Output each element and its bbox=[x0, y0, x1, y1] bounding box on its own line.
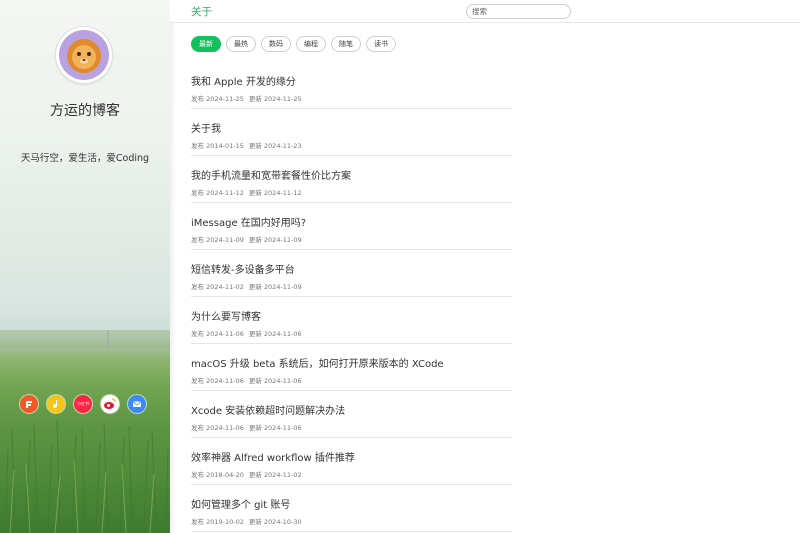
weibo-icon[interactable] bbox=[101, 395, 119, 413]
blog-motto: 天马行空，爱生活，爱Coding bbox=[20, 153, 150, 164]
post-meta: 发布 2014-01-15 更新 2024-11-23 bbox=[191, 140, 302, 150]
post-item: iMessage 在国内好用吗? 发布 2024-11-09 更新 2024-11… bbox=[191, 203, 512, 250]
post-meta: 发布 2024-11-09 更新 2024-11-09 bbox=[191, 234, 302, 244]
tab-essays[interactable]: 随笔 bbox=[331, 36, 361, 52]
post-list: 我和 Apple 开发的缘分 发布 2024-11-25 更新 2024-11-2… bbox=[191, 62, 512, 532]
post-meta: 发布 2019-10-02 更新 2024-10-30 bbox=[191, 516, 302, 526]
post-published-date: 发布 2024-11-25 bbox=[191, 95, 244, 103]
tab-digital[interactable]: 数码 bbox=[261, 36, 291, 52]
social-links: 小红书 bbox=[20, 395, 150, 413]
post-title[interactable]: 关于我 bbox=[191, 120, 221, 135]
post-title[interactable]: 短信转发-多设备多平台 bbox=[191, 261, 295, 276]
post-title[interactable]: 为什么要写博客 bbox=[191, 308, 261, 323]
post-title[interactable]: 如何管理多个 git 账号 bbox=[191, 496, 290, 511]
tab-programming[interactable]: 编程 bbox=[296, 36, 326, 52]
mail-icon[interactable] bbox=[128, 395, 146, 413]
post-published-date: 发布 2019-10-02 bbox=[191, 518, 244, 526]
nav-link-about[interactable]: 关于 bbox=[191, 4, 212, 19]
tab-latest[interactable]: 最新 bbox=[191, 36, 221, 52]
post-meta: 发布 2024-11-02 更新 2024-11-09 bbox=[191, 281, 302, 291]
post-updated-date: 更新 2024-11-02 bbox=[248, 471, 302, 479]
post-updated-date: 更新 2024-11-12 bbox=[248, 189, 302, 197]
post-item: 效率神器 Alfred workflow 插件推荐 发布 2018-04-20 更… bbox=[191, 438, 512, 485]
post-title[interactable]: 我和 Apple 开发的缘分 bbox=[191, 73, 296, 88]
post-published-date: 发布 2024-11-02 bbox=[191, 283, 244, 291]
post-published-date: 发布 2014-01-15 bbox=[191, 142, 244, 150]
post-title[interactable]: Xcode 安装依赖超时问题解决办法 bbox=[191, 402, 345, 417]
post-meta: 发布 2024-11-06 更新 2024-11-06 bbox=[191, 422, 302, 432]
post-published-date: 发布 2024-11-06 bbox=[191, 377, 244, 385]
post-item: 短信转发-多设备多平台 发布 2024-11-02 更新 2024-11-09 bbox=[191, 250, 512, 297]
post-published-date: 发布 2024-11-06 bbox=[191, 424, 244, 432]
post-updated-date: 更新 2024-11-09 bbox=[248, 283, 302, 291]
avatar[interactable] bbox=[56, 27, 112, 83]
top-navigation-bar: 关于 bbox=[170, 0, 800, 23]
post-item: Xcode 安装依赖超时问题解决办法 发布 2024-11-06 更新 2024-… bbox=[191, 391, 512, 438]
post-updated-date: 更新 2024-11-06 bbox=[248, 330, 302, 338]
post-updated-date: 更新 2024-10-30 bbox=[248, 518, 302, 526]
post-title[interactable]: macOS 升级 beta 系统后，如何打开原来版本的 XCode bbox=[191, 355, 444, 370]
grass-field-background bbox=[0, 330, 170, 533]
post-updated-date: 更新 2024-11-06 bbox=[248, 377, 302, 385]
flomo-icon[interactable] bbox=[20, 395, 38, 413]
lion-memoji-icon bbox=[59, 30, 109, 80]
category-tabs: 最新 最热 数码 编程 随笔 读书 bbox=[191, 36, 396, 52]
post-item: 关于我 发布 2014-01-15 更新 2024-11-23 bbox=[191, 109, 512, 156]
blog-title: 方运的博客 bbox=[50, 103, 120, 119]
xiaohongshu-icon[interactable]: 小红书 bbox=[74, 395, 92, 413]
post-updated-date: 更新 2024-11-06 bbox=[248, 424, 302, 432]
search-input[interactable] bbox=[466, 4, 571, 19]
post-published-date: 发布 2024-11-09 bbox=[191, 236, 244, 244]
xiaohongshu-label: 小红书 bbox=[77, 401, 89, 406]
post-updated-date: 更新 2024-11-09 bbox=[248, 236, 302, 244]
sidebar-divider bbox=[170, 0, 176, 533]
post-meta: 发布 2018-04-20 更新 2024-11-02 bbox=[191, 469, 302, 479]
sidebar: 方运的博客 天马行空，爱生活，爱Coding 小红书 bbox=[0, 0, 170, 533]
post-title[interactable]: iMessage 在国内好用吗? bbox=[191, 214, 306, 229]
post-updated-date: 更新 2024-11-23 bbox=[248, 142, 302, 150]
post-meta: 发布 2024-11-12 更新 2024-11-12 bbox=[191, 187, 302, 197]
post-updated-date: 更新 2024-11-25 bbox=[248, 95, 302, 103]
post-title[interactable]: 效率神器 Alfred workflow 插件推荐 bbox=[191, 449, 355, 464]
post-published-date: 发布 2018-04-20 bbox=[191, 471, 244, 479]
post-item: 如何管理多个 git 账号 发布 2019-10-02 更新 2024-10-30 bbox=[191, 485, 512, 532]
post-item: 我的手机流量和宽带套餐性价比方案 发布 2024-11-12 更新 2024-11… bbox=[191, 156, 512, 203]
post-published-date: 发布 2024-11-06 bbox=[191, 330, 244, 338]
post-item: macOS 升级 beta 系统后，如何打开原来版本的 XCode 发布 202… bbox=[191, 344, 512, 391]
post-title[interactable]: 我的手机流量和宽带套餐性价比方案 bbox=[191, 167, 351, 182]
post-published-date: 发布 2024-11-12 bbox=[191, 189, 244, 197]
post-item: 为什么要写博客 发布 2024-11-06 更新 2024-11-06 bbox=[191, 297, 512, 344]
post-meta: 发布 2024-11-06 更新 2024-11-06 bbox=[191, 375, 302, 385]
post-item: 我和 Apple 开发的缘分 发布 2024-11-25 更新 2024-11-2… bbox=[191, 62, 512, 109]
post-meta: 发布 2024-11-06 更新 2024-11-06 bbox=[191, 328, 302, 338]
post-meta: 发布 2024-11-25 更新 2024-11-25 bbox=[191, 93, 302, 103]
tab-hottest[interactable]: 最热 bbox=[226, 36, 256, 52]
music-icon[interactable] bbox=[47, 395, 65, 413]
tab-reading[interactable]: 读书 bbox=[366, 36, 396, 52]
